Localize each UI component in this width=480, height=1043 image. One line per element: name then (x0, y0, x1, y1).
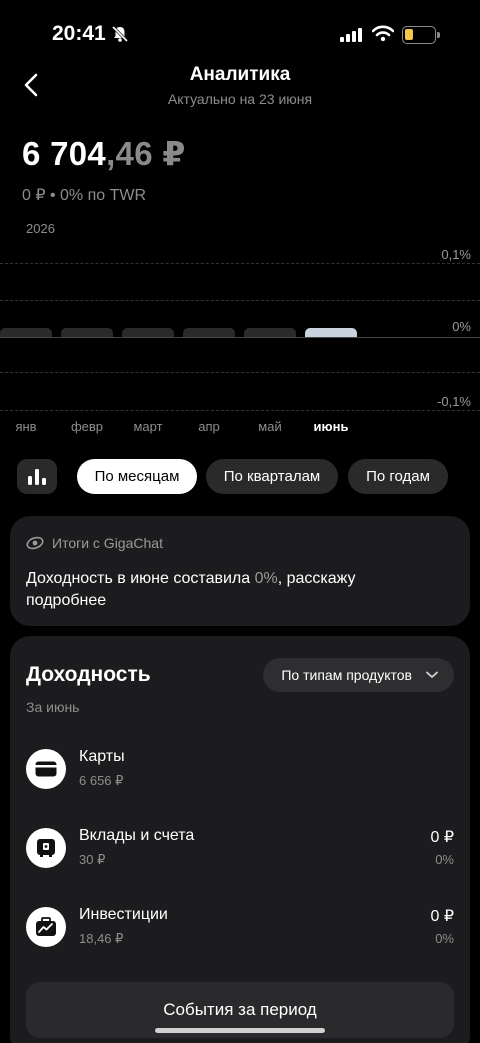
battery-icon (402, 26, 440, 44)
item-return-percent: 0% (435, 931, 454, 946)
grid-line-top (0, 263, 480, 264)
gigachat-icon (26, 536, 44, 550)
yield-period: За июнь (26, 699, 80, 715)
x-tick-label[interactable]: март (118, 419, 178, 434)
zero-line (0, 337, 480, 338)
x-tick-label[interactable]: янв (0, 419, 56, 434)
x-tick-label[interactable]: май (240, 419, 300, 434)
tab-by-years[interactable]: По годам (348, 459, 448, 494)
item-name: Вклады и счета (79, 827, 195, 844)
chart-bar-май[interactable] (244, 328, 296, 337)
chart-bar-февр[interactable] (61, 328, 113, 337)
chart-bar-янв[interactable] (0, 328, 52, 337)
gigachat-percent: 0% (254, 570, 278, 587)
signal-icon (340, 28, 362, 42)
x-tick-label[interactable]: апр (179, 419, 239, 434)
status-time: 20:41 (52, 22, 106, 45)
item-return: 0 ₽ (430, 829, 454, 846)
chart-type-button[interactable] (17, 459, 57, 494)
item-name: Инвестиции (79, 906, 168, 923)
grid-line-bottom (0, 410, 480, 411)
item-name: Карты (79, 748, 125, 765)
page-subtitle: Актуально на 23 июня (167, 91, 313, 107)
yield-item-investments[interactable]: Инвестиции 18,46 ₽ 0 ₽ 0% (26, 904, 454, 954)
y-tick-label: -0,1% (437, 394, 471, 409)
page-title: Аналитика (189, 64, 291, 85)
x-tick-label[interactable]: июнь (301, 419, 361, 434)
grid-line (0, 372, 480, 373)
gigachat-summary: Доходность в июне составила 0%, расскажу… (26, 568, 430, 612)
item-value: 6 656 ₽ (79, 773, 124, 788)
item-return-percent: 0% (435, 852, 454, 867)
y-tick-label: 0% (452, 319, 471, 334)
wifi-icon (372, 25, 394, 42)
item-value: 30 ₽ (79, 852, 106, 867)
x-tick-label[interactable]: февр (57, 419, 117, 434)
home-indicator (155, 1028, 325, 1033)
item-value: 18,46 ₽ (79, 931, 124, 946)
chart-year-label: 2026 (26, 221, 55, 236)
tab-by-quarters[interactable]: По кварталам (206, 459, 338, 494)
chart-bar-апр[interactable] (183, 328, 235, 337)
bell-muted-icon (111, 25, 129, 43)
chevron-down-icon (426, 671, 438, 678)
grid-line (0, 300, 480, 301)
item-return: 0 ₽ (430, 908, 454, 925)
safe-icon (26, 828, 66, 868)
dropdown-label: По типам продуктов (281, 667, 412, 683)
gigachat-card[interactable]: Итоги с GigaChat Доходность в июне соста… (10, 516, 470, 626)
balance-whole: 6 704 (22, 135, 107, 172)
yield-item-deposits[interactable]: Вклады и счета 30 ₽ 0 ₽ 0% (26, 825, 454, 875)
status-bar: 20:41 (0, 0, 480, 70)
balance-change: 0 ₽ • 0% по TWR (22, 187, 147, 204)
chart-bar-июнь[interactable] (305, 328, 357, 337)
card-icon (26, 749, 66, 789)
briefcase-chart-icon (26, 907, 66, 947)
tab-by-months[interactable]: По месяцам (77, 459, 197, 494)
monthly-chart[interactable]: 2026 0,1% 0% -0,1% янв февр март апр май июнь (0, 215, 480, 445)
yield-title: Доходность (26, 663, 151, 686)
chart-bar-март[interactable] (122, 328, 174, 337)
balance-amount: 6 704,46 ₽ (22, 134, 186, 173)
y-tick-label: 0,1% (441, 247, 471, 262)
yield-item-cards[interactable]: Карты 6 656 ₽ (26, 746, 454, 796)
gigachat-header: Итоги с GigaChat (26, 535, 163, 551)
balance-decimal: ,46 ₽ (106, 135, 186, 172)
gigachat-header-label: Итоги с GigaChat (52, 535, 163, 551)
bar-chart-icon (28, 468, 46, 485)
gigachat-text-start: Доходность в июне составила (26, 570, 255, 587)
product-type-dropdown[interactable]: По типам продуктов (263, 658, 454, 692)
